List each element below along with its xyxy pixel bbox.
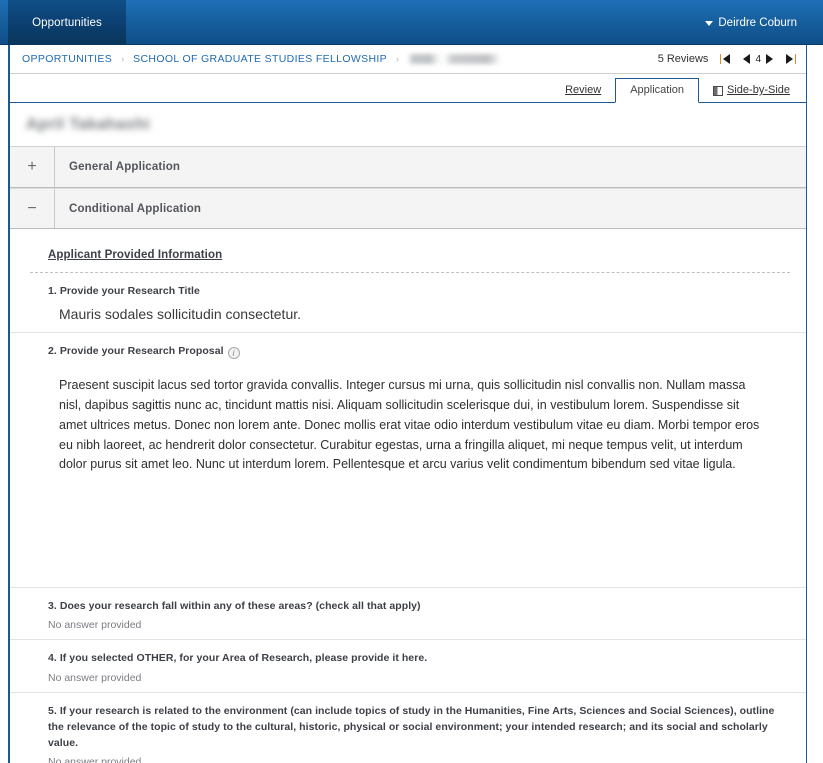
question-5-answer: No answer provided: [48, 756, 142, 763]
split-panel-icon: [713, 86, 724, 96]
section-conditional-application[interactable]: − Conditional Application: [10, 188, 806, 229]
question-4: 4. If you selected OTHER, for your Area …: [10, 640, 806, 694]
application-review-page: Opportunities Deirdre Coburn OPPORTUNITI…: [0, 0, 823, 763]
question-3: 3. Does your research fall within any of…: [10, 588, 806, 641]
tab-application-label: Application: [630, 84, 685, 96]
question-5-label: 5. If your research is related to the en…: [48, 705, 775, 749]
breadcrumb: OPPORTUNITIES › SCHOOL OF GRADUATE STUDI…: [22, 53, 502, 65]
applicant-name-bar: April Takahashi: [10, 103, 806, 147]
user-account-menu[interactable]: Deirdre Coburn: [705, 0, 797, 45]
user-account-name: Deirdre Coburn: [718, 16, 797, 29]
question-5: 5. If your research is related to the en…: [10, 693, 806, 763]
breadcrumb-item-applicant-redacted[interactable]: [408, 54, 502, 64]
review-pagination: 5 Reviews 4: [658, 53, 796, 65]
question-4-label: 4. If you selected OTHER, for your Area …: [48, 652, 428, 665]
question-2-label-text: 2. Provide your Research Proposal: [48, 344, 224, 357]
conditional-application-panel: Applicant Provided Information 1. Provid…: [10, 229, 806, 763]
breadcrumb-item-opportunities[interactable]: OPPORTUNITIES: [22, 53, 112, 65]
panel-heading: Applicant Provided Information: [10, 229, 806, 272]
reviews-count-label: 5 Reviews: [657, 53, 709, 65]
content-frame: OPPORTUNITIES › SCHOOL OF GRADUATE STUDI…: [8, 45, 807, 763]
question-2: 2. Provide your Research Proposal i Praes…: [10, 333, 806, 588]
tab-application[interactable]: Application: [615, 78, 700, 103]
current-page-number: 4: [755, 53, 761, 65]
applicant-name: April Takahashi: [26, 116, 150, 133]
tab-side-by-side-label: Side-by-Side: [727, 84, 790, 96]
breadcrumb-separator-icon: ›: [121, 54, 125, 64]
nav-tab-opportunities[interactable]: Opportunities: [8, 0, 126, 45]
section-title-conditional-application: Conditional Application: [69, 202, 202, 215]
breadcrumb-separator-icon: ›: [396, 54, 400, 64]
question-1: 1. Provide your Research Title Mauris so…: [10, 273, 806, 333]
previous-page-icon[interactable]: [743, 54, 751, 64]
next-page-icon[interactable]: [766, 54, 773, 64]
question-1-label: 1. Provide your Research Title: [48, 285, 200, 297]
question-1-answer: Mauris sodales sollicitudin consectetur.: [59, 305, 302, 322]
applicant-provided-information-label: Applicant Provided Information: [48, 249, 223, 261]
last-page-bar-icon: [795, 54, 796, 64]
pagination-controls: 4: [720, 54, 796, 65]
caret-down-icon: [705, 21, 714, 26]
nav-tab-opportunities-label: Opportunities: [32, 16, 102, 29]
question-3-label: 3. Does your research fall within any of…: [48, 599, 421, 612]
breadcrumb-bar: OPPORTUNITIES › SCHOOL OF GRADUATE STUDI…: [10, 45, 806, 74]
breadcrumb-item-fellowship[interactable]: SCHOOL OF GRADUATE STUDIES FELLOWSHIP: [133, 53, 387, 65]
tab-review[interactable]: Review: [551, 84, 615, 102]
expand-icon-general-application[interactable]: +: [10, 147, 55, 187]
first-page-bar-icon: [720, 54, 722, 64]
first-page-icon: [723, 54, 731, 64]
tab-side-by-side[interactable]: Side-by-Side: [699, 84, 794, 102]
view-tabs: Review Application Side-by-Side: [10, 74, 806, 103]
question-2-label: 2. Provide your Research Proposal i: [48, 344, 776, 360]
question-2-answer: Praesent suscipit lacus sed tortor gravi…: [59, 378, 760, 472]
last-page-button[interactable]: [786, 54, 796, 64]
collapse-icon-conditional-application[interactable]: −: [10, 189, 55, 228]
info-icon[interactable]: i: [227, 346, 240, 359]
question-4-answer: No answer provided: [48, 672, 142, 685]
section-title-general-application: General Application: [69, 161, 181, 173]
question-3-answer: No answer provided: [48, 619, 142, 632]
top-navigation-bar: Opportunities Deirdre Coburn: [0, 0, 823, 45]
section-general-application[interactable]: + General Application: [10, 147, 806, 188]
last-page-icon: [786, 54, 793, 64]
first-page-button[interactable]: [720, 54, 731, 64]
